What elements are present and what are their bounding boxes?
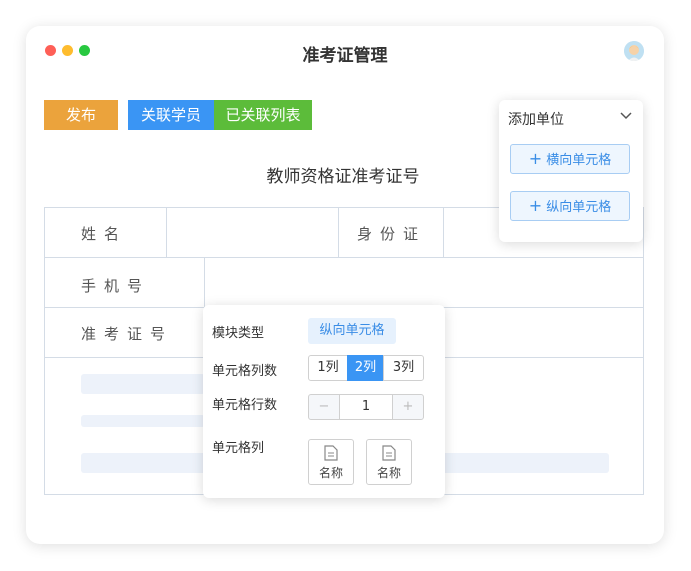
add-unit-panel: 添加单位 + 横向单元格 + 纵向单元格 xyxy=(499,100,643,242)
id-label: 身份证 xyxy=(357,225,427,243)
plus-icon: + xyxy=(528,149,543,168)
add-horizontal-label: 横向单元格 xyxy=(546,153,612,168)
column-item-label: 名称 xyxy=(318,466,343,480)
column-item[interactable]: 名称 xyxy=(308,439,354,485)
rows-count-input[interactable]: 1 xyxy=(339,394,393,420)
cell-settings-panel: 模块类型 纵向单元格 单元格列数 1列 2列 3列 单元格行数 − 1 + 单元… xyxy=(203,305,445,498)
column-item-label: 名称 xyxy=(376,466,401,480)
cell-columns-label: 单元格列 xyxy=(212,441,265,456)
ticket-label: 准考证号 xyxy=(81,325,174,343)
name-label: 姓名 xyxy=(81,225,128,243)
chevron-down-icon[interactable] xyxy=(620,112,632,120)
add-vertical-cell-button[interactable]: + 纵向单元格 xyxy=(510,191,630,221)
link-students-button[interactable]: 关联学员 xyxy=(128,100,214,130)
linked-list-button[interactable]: 已关联列表 xyxy=(214,100,312,130)
document-icon xyxy=(382,445,396,461)
column-option-2[interactable]: 2列 xyxy=(347,355,384,381)
plus-icon[interactable]: + xyxy=(392,394,424,420)
add-unit-title: 添加单位 xyxy=(508,112,564,128)
phone-label: 手机号 xyxy=(81,277,151,295)
user-avatar-icon[interactable] xyxy=(624,41,644,61)
document-icon xyxy=(324,445,338,461)
plus-icon: + xyxy=(528,196,543,215)
minus-icon[interactable]: − xyxy=(308,394,340,420)
rows-count-label: 单元格行数 xyxy=(212,398,278,413)
add-horizontal-cell-button[interactable]: + 横向单元格 xyxy=(510,144,630,174)
column-option-1[interactable]: 1列 xyxy=(308,355,348,381)
app-window: 准考证管理 发布 关联学员 已关联列表 教师资格证准考证号 姓名 身份证 手机号… xyxy=(26,26,664,544)
publish-button[interactable]: 发布 xyxy=(44,100,118,130)
placeholder-bar xyxy=(81,374,205,394)
module-type-label: 模块类型 xyxy=(212,326,265,341)
column-item[interactable]: 名称 xyxy=(366,439,412,485)
add-vertical-label: 纵向单元格 xyxy=(546,200,612,215)
column-option-3[interactable]: 3列 xyxy=(383,355,424,381)
window-title: 准考证管理 xyxy=(302,46,388,66)
module-type-value: 纵向单元格 xyxy=(308,318,396,344)
placeholder-bar xyxy=(81,415,205,427)
columns-count-label: 单元格列数 xyxy=(212,364,278,379)
